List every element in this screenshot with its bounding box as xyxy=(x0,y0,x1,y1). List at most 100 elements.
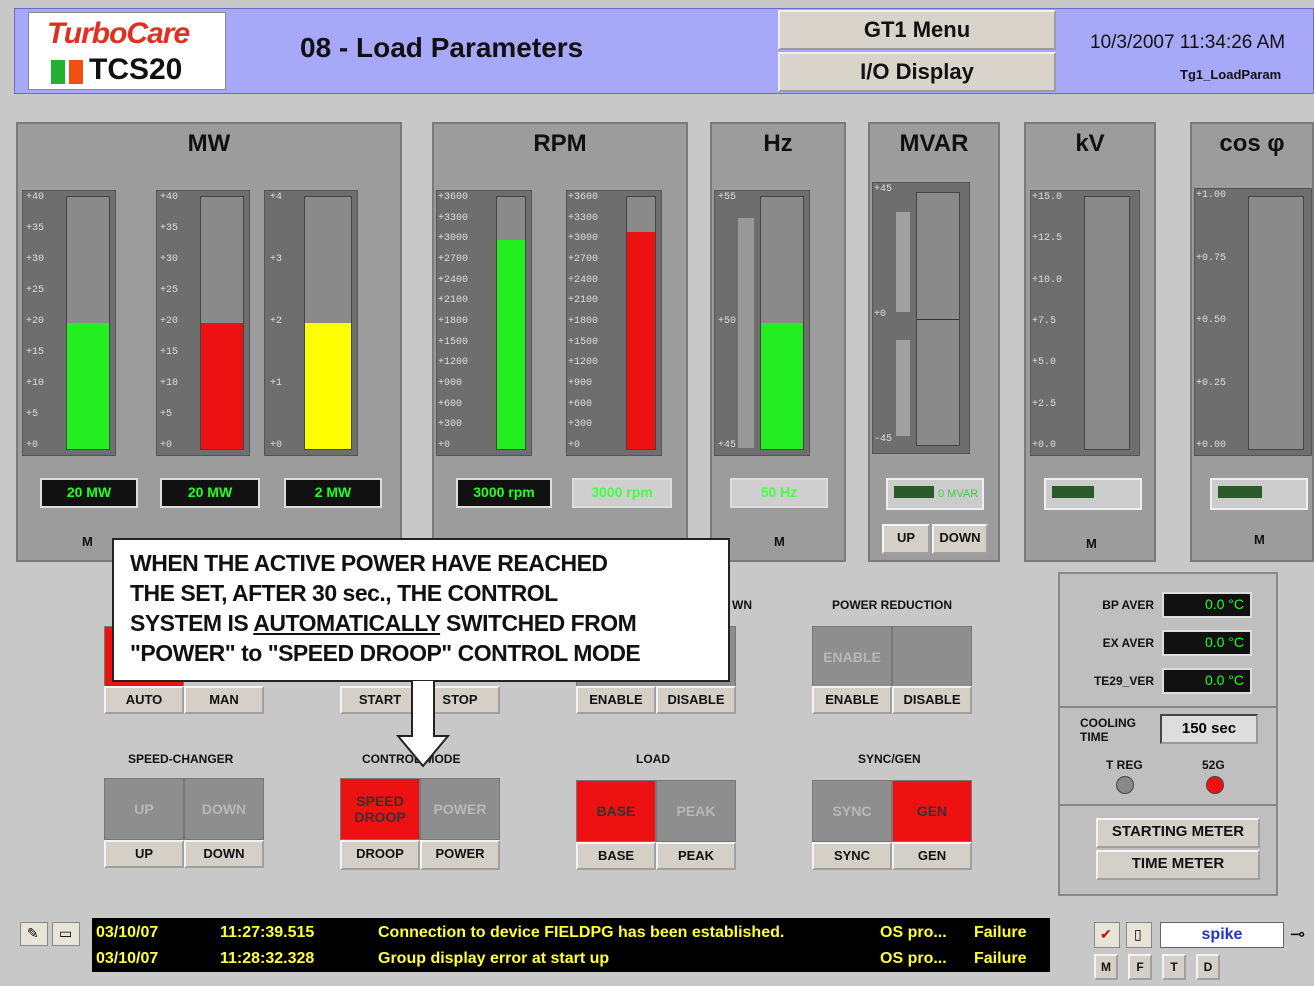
gt1-menu-button[interactable]: GT1 Menu xyxy=(778,10,1056,50)
cos-tick-label: +0.75 xyxy=(1196,252,1227,264)
mw2-tick-label: +0 xyxy=(160,440,173,451)
power-button[interactable]: POWER xyxy=(420,840,500,870)
turbocare-logo: TurboCare TCS20 xyxy=(28,12,226,90)
kv-title: kV xyxy=(1075,130,1105,157)
alarm-acknowledge-icon[interactable]: ✎ xyxy=(20,922,48,946)
speed-changer-up-button[interactable]: UP xyxy=(104,840,184,868)
gen-button[interactable]: GEN xyxy=(892,842,972,870)
datetime-display: 10/3/2007 11:34:26 AM xyxy=(1090,32,1286,53)
mw3-tick-label: +3 xyxy=(270,254,283,265)
mw1-tick-label: +15 xyxy=(26,347,45,358)
t-button[interactable]: T xyxy=(1162,954,1186,980)
rpm2-tick-label: +3000 xyxy=(568,233,599,245)
pin-icon[interactable]: ⊸ xyxy=(1290,922,1314,948)
alarm-row[interactable]: 03/10/07 11:27:39.515 Connection to devi… xyxy=(92,920,1050,944)
alarm-row[interactable]: 03/10/07 11:28:32.328 Group display erro… xyxy=(92,946,1050,970)
disable-button[interactable]: DISABLE xyxy=(656,686,736,714)
hz-marker: M xyxy=(774,534,785,549)
time-meter-button[interactable]: TIME METER xyxy=(1096,850,1260,880)
mw2-tick-label: +15 xyxy=(160,347,179,358)
io-display-button[interactable]: I/O Display xyxy=(778,52,1056,92)
kv-marker: M xyxy=(1086,536,1097,551)
speed-changer-down-indicator: DOWN xyxy=(184,778,264,840)
cooling-time-value[interactable]: 150 sec xyxy=(1160,714,1258,744)
rpm2-tick-label: +900 xyxy=(568,378,593,389)
load-title: LOAD xyxy=(636,752,670,766)
mvar-up-button[interactable]: UP xyxy=(882,524,930,554)
ex-aver-label: EX AVER xyxy=(1102,636,1154,650)
rpm2-tick-label: +600 xyxy=(568,398,593,410)
mw1-tick-label: +5 xyxy=(26,409,39,420)
rpm1-tick-label: +1500 xyxy=(438,336,469,348)
man-button[interactable]: MAN xyxy=(184,686,264,714)
te29-ver-value: 0.0 °C xyxy=(1162,668,1252,694)
mw-readout-3: 2 MW xyxy=(284,478,382,508)
rpm2-tick-label: +0 xyxy=(568,440,581,451)
enable-button[interactable]: ENABLE xyxy=(576,686,656,714)
starting-meter-button[interactable]: STARTING METER xyxy=(1096,818,1260,848)
mw3-tick-label: +1 xyxy=(270,378,283,389)
mvar-bar-indicator: 0 MVAR xyxy=(886,478,984,510)
screen-id: Tg1_LoadParam xyxy=(1180,67,1282,82)
cos-tick-label: +1.00 xyxy=(1196,190,1227,201)
annotation-callout: WHEN THE ACTIVE POWER HAVE REACHED THE S… xyxy=(112,538,730,682)
rpm1-tick-label: +3000 xyxy=(438,233,469,245)
mw-readout-2: 20 MW xyxy=(160,478,260,508)
cos-phi-bar xyxy=(1248,196,1304,450)
rpm2-tick-label: +300 xyxy=(568,419,593,431)
power-reduction-enable-button[interactable]: ENABLE xyxy=(812,686,892,714)
rpm-bar-1 xyxy=(496,196,526,450)
rpm-readout-2: 3000 rpm xyxy=(572,478,672,508)
auto-button[interactable]: AUTO xyxy=(104,686,184,714)
mw3-tick-label: +4 xyxy=(270,192,283,203)
cos-phi-bar-indicator xyxy=(1210,478,1308,510)
divider xyxy=(1060,706,1276,708)
rpm1-tick-label: +3300 xyxy=(438,212,469,224)
group-title-partial: WN xyxy=(732,598,752,612)
peak-button[interactable]: PEAK xyxy=(656,842,736,870)
droop-button[interactable]: DROOP xyxy=(340,840,420,870)
kv-tick-label: +12.5 xyxy=(1032,233,1063,245)
gen-indicator: GEN xyxy=(892,780,972,842)
peak-indicator: PEAK xyxy=(656,780,736,842)
kv-tick-label: +15.0 xyxy=(1032,192,1063,203)
rpm1-tick-label: +2100 xyxy=(438,295,469,307)
mw3-tick-label: +0 xyxy=(270,440,283,451)
f-button[interactable]: F xyxy=(1128,954,1152,980)
kv-tick-label: +10.0 xyxy=(1032,274,1063,286)
mw1-tick-label: +0 xyxy=(26,440,39,451)
d-button[interactable]: D xyxy=(1196,954,1220,980)
alarm-list-icon[interactable]: ▭ xyxy=(52,922,80,946)
logout-icon[interactable]: ▯ xyxy=(1126,922,1152,948)
mw1-tick-label: +25 xyxy=(26,285,45,296)
speed-droop-indicator: SPEED DROOP xyxy=(340,778,420,840)
kv-tick-label: +0.0 xyxy=(1032,440,1057,451)
cos-tick-label: +0.00 xyxy=(1196,440,1227,451)
kv-tick-label: +5.0 xyxy=(1032,357,1057,369)
mw2-tick-label: +30 xyxy=(160,254,179,265)
rpm1-tick-label: +2400 xyxy=(438,274,469,286)
mw2-tick-label: +10 xyxy=(160,378,179,389)
alarm-message-bar[interactable]: 03/10/07 11:27:39.515 Connection to devi… xyxy=(92,918,1050,972)
user-field[interactable]: spike xyxy=(1160,922,1284,948)
sync-button[interactable]: SYNC xyxy=(812,842,892,870)
hz-tick-label: +55 xyxy=(718,192,737,203)
kv-bar xyxy=(1084,196,1130,450)
m-button[interactable]: M xyxy=(1094,954,1118,980)
speed-changer-down-button[interactable]: DOWN xyxy=(184,840,264,868)
rpm2-tick-label: +3300 xyxy=(568,212,599,224)
alarm-filter-icon[interactable]: ✔ xyxy=(1094,922,1120,948)
rpm1-tick-label: +1800 xyxy=(438,316,469,327)
mw1-tick-label: +35 xyxy=(26,223,45,234)
rpm1-tick-label: +1200 xyxy=(438,357,469,369)
mw2-tick-label: +25 xyxy=(160,285,179,296)
mw-bar-2 xyxy=(200,196,244,450)
t-reg-lamp-icon xyxy=(1116,776,1134,794)
rpm-bar-2 xyxy=(626,196,656,450)
power-reduction-disable-button[interactable]: DISABLE xyxy=(892,686,972,714)
rpm2-tick-label: +2700 xyxy=(568,254,599,265)
mvar-down-button[interactable]: DOWN xyxy=(932,524,988,554)
base-button[interactable]: BASE xyxy=(576,842,656,870)
hz-tick-label: +50 xyxy=(718,316,737,327)
mw-bar-1 xyxy=(66,196,110,450)
